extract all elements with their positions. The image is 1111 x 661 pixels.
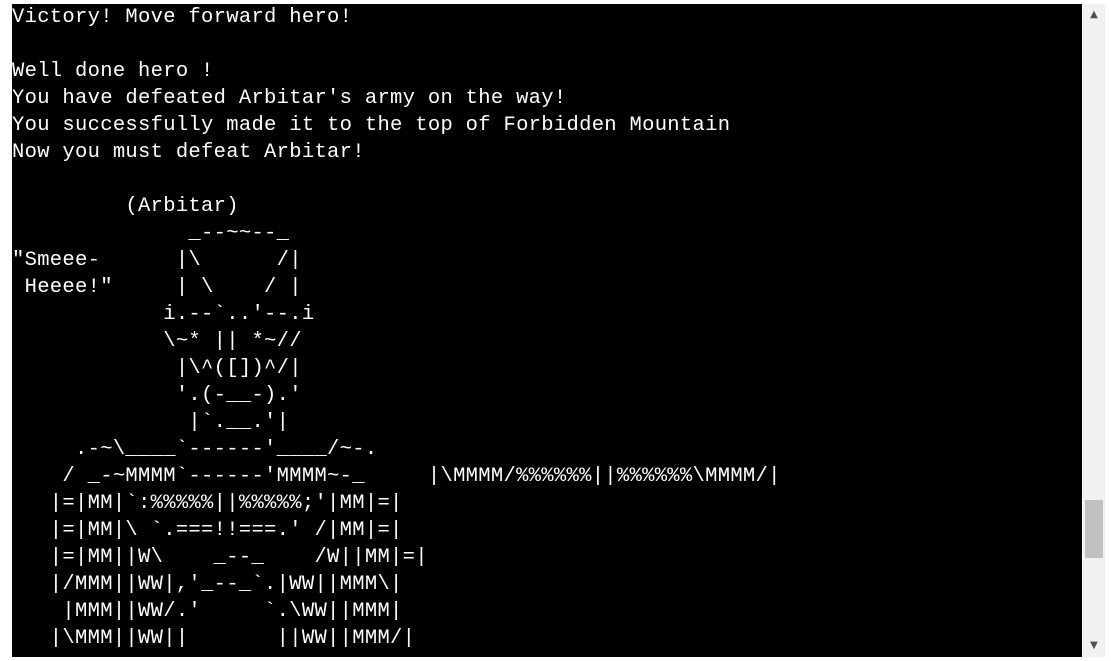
ascii-art-line: i.--`..'--.i (12, 303, 315, 326)
terminal-line: Victory! Move forward hero! (12, 6, 353, 29)
ascii-art-line: .-~\____`------'____/~-. (12, 438, 378, 461)
terminal-text: Victory! Move forward hero! Well done he… (12, 4, 1082, 652)
ascii-art-line: "Smeee- |\ /| (12, 249, 302, 272)
terminal-line: Now you must defeat Arbitar! (12, 141, 365, 164)
ascii-art-line: |/MMM||WW|,'_--_`.|WW||MMM\| (12, 573, 403, 596)
ascii-art-line: \~* || *~// (12, 330, 302, 353)
ascii-art-line: |MMM||WW/.' `.\WW||MMM| (12, 600, 403, 623)
scroll-up-arrow-icon[interactable]: ▲ (1083, 4, 1105, 26)
terminal-line: You successfully made it to the top of F… (12, 114, 731, 137)
ascii-art-line: _--~~--_ (12, 222, 290, 245)
scroll-down-arrow-icon[interactable]: ▼ (1083, 635, 1105, 657)
vertical-scrollbar[interactable]: ▲ ▼ (1083, 4, 1105, 657)
terminal-line: You have defeated Arbitar's army on the … (12, 87, 567, 110)
ascii-art-line: '.(-__-).' (12, 384, 302, 407)
ascii-art-line: / _-~MMMM`------'MMMM~-_ |\MMMM/%%%%%%||… (12, 465, 781, 488)
ascii-art-line: |`.__.'| (12, 411, 290, 434)
ascii-art-line: |\MMM||WW|| ||WW||MMM/| (12, 627, 416, 650)
terminal-output-area[interactable]: Victory! Move forward hero! Well done he… (12, 4, 1082, 657)
ascii-art-line: Heeee!" | \ / | (12, 276, 302, 299)
ascii-art-line: |=|MM||W\ _--_ /W||MM|=| (12, 546, 428, 569)
scrollbar-thumb[interactable] (1085, 500, 1103, 558)
ascii-art-line: (Arbitar) (12, 195, 239, 218)
terminal-window: Victory! Move forward hero! Well done he… (0, 0, 1111, 661)
terminal-line: Well done hero ! (12, 60, 214, 83)
ascii-art-line: |=|MM|`:%%%%%||%%%%%;'|MM|=| (12, 492, 403, 515)
ascii-art-line: |\^([])^/| (12, 357, 302, 380)
ascii-art-line: |=|MM|\ `.===!!===.' /|MM|=| (12, 519, 403, 542)
